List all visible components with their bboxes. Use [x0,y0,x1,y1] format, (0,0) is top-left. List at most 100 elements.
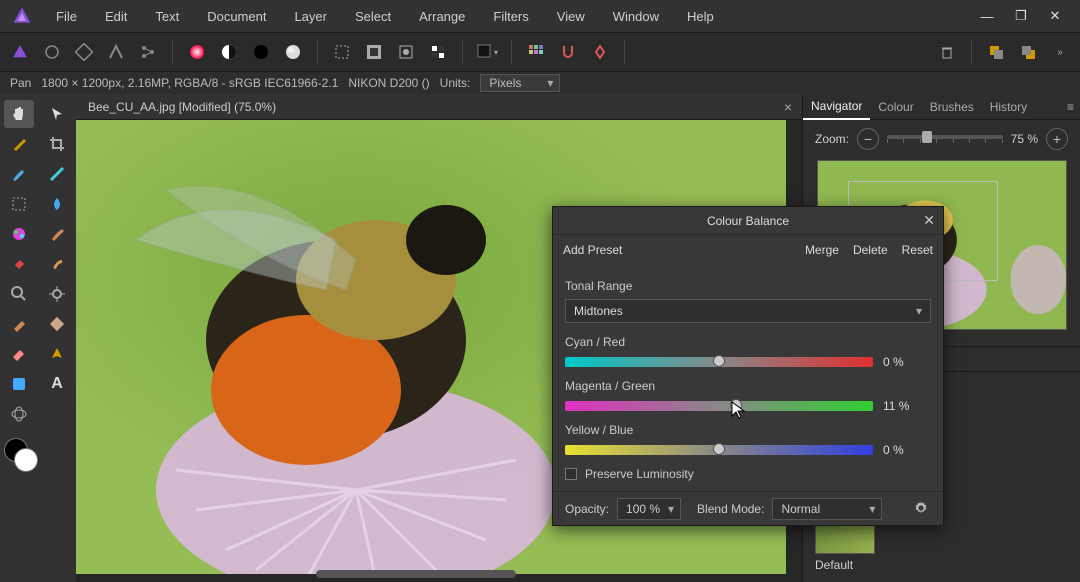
camera-info: NIKON D200 () [348,76,429,90]
assistant-icon[interactable] [586,38,614,66]
close-button[interactable]: ✕ [1042,4,1068,28]
smudge-tool-icon[interactable] [42,250,72,278]
image-info: 1800 × 1200px, 2.16MP, RGBA/8 - sRGB IEC… [41,76,338,90]
zoom-slider[interactable] [887,135,1003,139]
horizontal-scrollbar[interactable] [316,570,516,578]
menu-arrange[interactable]: Arrange [405,3,479,30]
tonal-range-select[interactable]: Midtones [565,299,931,323]
zoom-tool-icon[interactable] [4,280,34,308]
menu-filters[interactable]: Filters [479,3,542,30]
blend-mode-select[interactable]: Normal [772,498,882,520]
magenta-green-slider[interactable] [565,401,873,411]
preserve-luminosity-checkbox[interactable] [565,468,577,480]
clone-tool-icon[interactable] [4,310,34,338]
menu-file[interactable]: File [42,3,91,30]
blend-mode-label: Blend Mode: [697,502,764,516]
minimize-button[interactable]: — [974,4,1000,28]
opacity-select[interactable]: 100 % [617,498,681,520]
grid-icon[interactable] [522,38,550,66]
delete-button[interactable]: Delete [853,243,888,257]
context-bar: Pan 1800 × 1200px, 2.16MP, RGBA/8 - sRGB… [0,72,1080,94]
sphere-icon[interactable] [279,38,307,66]
arrange-back-icon[interactable] [1014,38,1042,66]
overflow-icon[interactable]: » [1046,38,1074,66]
panel-menu-icon[interactable]: ≡ [1067,100,1074,114]
colour-swatches[interactable] [0,434,38,478]
reset-button[interactable]: Reset [902,243,933,257]
menu-edit[interactable]: Edit [91,3,141,30]
persona-export-icon[interactable] [134,38,162,66]
adjustment-tool-icon[interactable] [4,220,34,248]
mesh-tool-icon[interactable] [4,400,34,428]
tab-history[interactable]: History [982,95,1035,119]
dialog-title-bar[interactable]: Colour Balance ✕ [553,207,943,235]
default-label: Default [815,558,853,572]
trash-icon[interactable] [933,38,961,66]
maximize-button[interactable]: ❐ [1008,4,1034,28]
menu-window[interactable]: Window [599,3,673,30]
gear-icon[interactable] [913,500,931,518]
merge-button[interactable]: Merge [805,243,839,257]
panel-tabs: Navigator Colour Brushes History ≡ [803,94,1080,120]
pan-label: Pan [10,76,31,90]
tab-brushes[interactable]: Brushes [922,95,982,119]
eraser-tool-icon[interactable] [4,340,34,368]
crop-tool-icon[interactable] [42,130,72,158]
persona-photo-icon[interactable] [6,38,34,66]
yellow-blue-slider[interactable] [565,445,873,455]
menu-document[interactable]: Document [193,3,280,30]
selection-rect-icon[interactable] [328,38,356,66]
pan-tool-icon[interactable] [4,100,34,128]
refine-icon[interactable] [424,38,452,66]
colour-wheel-icon[interactable] [247,38,275,66]
split-view-icon[interactable] [215,38,243,66]
dialog-footer: Opacity: 100 % Blend Mode: Normal [553,491,943,525]
gradient-tool-icon[interactable] [42,160,72,188]
brush-tool-icon[interactable] [4,160,34,188]
dialog-close-icon[interactable]: ✕ [923,212,935,229]
zoom-in-button[interactable]: + [1046,128,1068,150]
menu-help[interactable]: Help [673,3,728,30]
yellow-blue-label: Yellow / Blue [565,423,931,437]
tab-colour[interactable]: Colour [870,95,921,119]
add-preset-button[interactable]: Add Preset [563,243,622,257]
units-select[interactable]: Pixels [480,74,560,92]
vector-pen-icon[interactable] [42,340,72,368]
colour-picker-icon[interactable] [183,38,211,66]
zoom-label: Zoom: [815,132,849,146]
cyan-red-slider[interactable] [565,357,873,367]
persona-liquify-icon[interactable] [38,38,66,66]
svg-text:▾: ▾ [494,48,498,57]
menu-select[interactable]: Select [341,3,405,30]
document-tab[interactable]: Bee_CU_AA.jpg [Modified] (75.0%) × [76,94,802,120]
move-tool-icon[interactable] [42,100,72,128]
persona-tone-icon[interactable] [102,38,130,66]
heal-tool-icon[interactable] [42,310,72,338]
selection-invert-icon[interactable] [360,38,388,66]
persona-develop-icon[interactable] [70,38,98,66]
arrange-front-icon[interactable] [982,38,1010,66]
menu-layer[interactable]: Layer [280,3,341,30]
shape-tool-icon[interactable] [4,370,34,398]
dialog-action-bar: Add Preset Merge Delete Reset [553,235,943,265]
picker-tool-icon[interactable] [42,280,72,308]
colour-balance-dialog: Colour Balance ✕ Add Preset Merge Delete… [552,206,944,526]
menu-view[interactable]: View [543,3,599,30]
cursor-icon [730,400,746,420]
tab-navigator[interactable]: Navigator [803,94,870,120]
menu-text[interactable]: Text [141,3,193,30]
foreground-swatch[interactable] [14,448,38,472]
quick-mask-icon[interactable] [392,38,420,66]
marquee-tool-icon[interactable] [4,190,34,218]
flood-tool-icon[interactable] [42,190,72,218]
close-document-icon[interactable]: × [784,99,792,115]
tool-column-left [0,94,38,582]
pen-tool-icon[interactable] [4,130,34,158]
fill-tool-icon[interactable] [4,250,34,278]
swatch-dropdown-icon[interactable]: ▾ [473,38,501,66]
zoom-out-button[interactable]: − [857,128,879,150]
text-tool-icon[interactable]: A [42,370,72,398]
cyan-red-value: 0 % [883,355,931,369]
paint-brush-icon[interactable] [42,220,72,248]
snap-icon[interactable] [554,38,582,66]
